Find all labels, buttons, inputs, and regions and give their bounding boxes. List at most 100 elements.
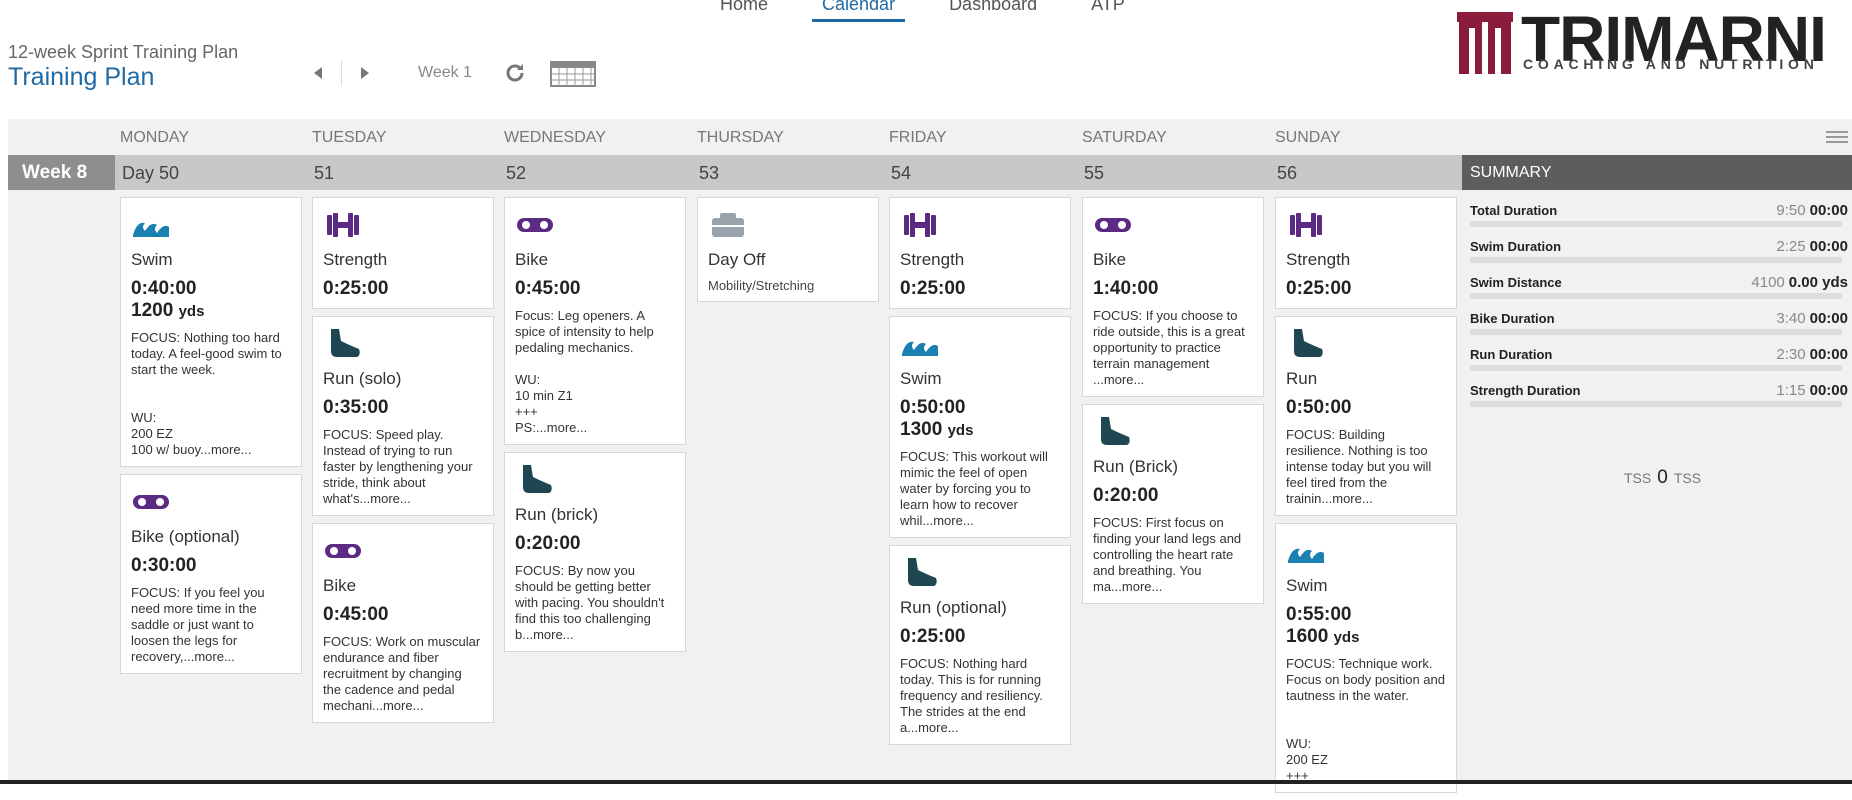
summary-rows: Total Duration 9:50 00:00 Swim Duration 2:25… <box>1462 190 1852 407</box>
summary-value: 1:15 00:00 <box>1776 382 1848 399</box>
swim-icon <box>1286 534 1446 568</box>
workout-card[interactable]: Run (Brick) 0:20:00 FOCUS: First focus on … <box>1082 404 1264 604</box>
summary-value: 9:50 00:00 <box>1776 202 1848 219</box>
next-week-button[interactable] <box>352 60 378 86</box>
run-icon <box>323 327 483 361</box>
day-column-thursday: Day Off Mobility/Stretching <box>697 197 879 309</box>
refresh-button[interactable] <box>502 60 528 86</box>
workout-title: Swim <box>131 250 173 269</box>
workout-duration: 0:40:00 <box>131 278 197 299</box>
day-number: 54 <box>891 163 912 183</box>
workout-duration: 1:40:00 <box>1093 278 1159 299</box>
run-icon <box>515 463 675 497</box>
prev-week-button[interactable] <box>305 60 331 86</box>
day-number: 53 <box>699 163 720 183</box>
day-column-saturday: Bike 1:40:00 FOCUS: If you choose to ride … <box>1082 197 1264 611</box>
swim-icon <box>131 208 291 242</box>
summary-label: Bike Duration <box>1470 311 1555 326</box>
workout-card[interactable]: Run (solo) 0:35:00 FOCUS: Speed play. Inst… <box>312 316 494 516</box>
summary-unit: yds <box>1822 274 1848 291</box>
dow-thursday: THURSDAY <box>697 129 784 146</box>
plan-name: 12-week Sprint Training Plan <box>8 42 239 62</box>
workout-duration: 0:30:00 <box>131 555 197 576</box>
calendar-grid: MONDAY TUESDAY WEDNESDAY THURSDAY FRIDAY… <box>8 119 1852 793</box>
workout-card[interactable]: Swim 0:50:00 1300 yds FOCUS: This workout w… <box>889 316 1071 538</box>
week-selector[interactable]: Week 1 <box>418 64 472 82</box>
workout-duration: 0:25:00 <box>323 278 389 299</box>
bottom-scrollbar[interactable] <box>0 780 1852 784</box>
workout-card[interactable]: Run (brick) 0:20:00 FOCUS: By now you shou… <box>504 452 686 652</box>
run-icon <box>1286 327 1446 361</box>
summary-value: 2:25 00:00 <box>1776 238 1848 255</box>
summary-row: Swim Distance 4100 0.00 yds <box>1462 262 1852 299</box>
workout-card[interactable]: Strength 0:25:00 <box>312 197 494 309</box>
planned-value: 2:30 <box>1776 346 1806 363</box>
distance-unit: yds <box>947 422 974 439</box>
completed-value: 00:00 <box>1809 202 1848 219</box>
day-column-sunday: Strength 0:25:00 Run 0:50:00 FOCUS: Building… <box>1275 197 1457 800</box>
workout-title: Swim <box>900 369 942 388</box>
summary-value: 4100 0.00 yds <box>1751 274 1848 291</box>
workout-card[interactable]: Swim 0:40:00 1200 yds FOCUS: Nothing too ha… <box>120 197 302 467</box>
planned-value: 2:25 <box>1776 238 1806 255</box>
strength-icon <box>900 208 1060 242</box>
workout-distance: 1600 yds <box>1286 626 1446 648</box>
day-number: 51 <box>314 163 335 183</box>
workout-description: FOCUS: First focus on finding your land … <box>1093 515 1242 594</box>
workout-card[interactable]: Swim 0:55:00 1600 yds FOCUS: Technique work… <box>1275 523 1457 793</box>
workout-title: Bike <box>323 576 357 595</box>
nav-dashboard[interactable]: Dashboard <box>939 0 1047 22</box>
workout-title: Run (solo) <box>323 369 402 388</box>
logo-mark-icon <box>1457 12 1513 74</box>
summary-row: Bike Duration 3:40 00:00 <box>1462 298 1852 335</box>
menu-icon[interactable] <box>1826 129 1848 150</box>
summary-panel: SUMMARY Total Duration 9:50 00:00 Swim Dura… <box>1462 155 1852 784</box>
workout-card[interactable]: Day Off Mobility/Stretching <box>697 197 879 302</box>
dow-wednesday: WEDNESDAY <box>504 129 606 146</box>
distance-unit: yds <box>178 303 205 320</box>
workout-subtitle: Mobility/Stretching <box>708 278 815 293</box>
week-badge: Week 8 <box>8 155 115 190</box>
nav-atp[interactable]: ATP <box>1081 0 1135 22</box>
workout-card[interactable]: Bike 1:40:00 FOCUS: If you choose to ride … <box>1082 197 1264 397</box>
workout-card[interactable]: Run 0:50:00 FOCUS: Building resilience. No… <box>1275 316 1457 516</box>
workout-card[interactable]: Bike (optional) 0:30:00 FOCUS: If you feel… <box>120 474 302 674</box>
nav-calendar[interactable]: Calendar <box>812 0 906 22</box>
workout-duration: 0:35:00 <box>323 397 389 418</box>
workout-card[interactable]: Bike 0:45:00 Focus: Leg openers. A spice o… <box>504 197 686 445</box>
dow-friday: FRIDAY <box>889 129 947 146</box>
calendar-picker-button[interactable] <box>549 60 596 87</box>
workout-title: Run (brick) <box>515 505 599 524</box>
day-number: 55 <box>1084 163 1105 183</box>
workout-title: Day Off <box>708 250 766 269</box>
completed-value: 00:00 <box>1809 238 1848 255</box>
workout-duration: 0:25:00 <box>1286 278 1352 299</box>
week-controls: Week 1 <box>305 60 596 87</box>
strength-icon <box>1286 208 1446 242</box>
dow-tuesday: TUESDAY <box>312 129 387 146</box>
tss-suffix: TSS <box>1673 470 1702 486</box>
completed-value: 00:00 <box>1809 346 1848 363</box>
bike-icon <box>1093 208 1253 242</box>
workout-title: Run <box>1286 369 1318 388</box>
summary-label: Strength Duration <box>1470 383 1581 398</box>
distance-unit: yds <box>1333 629 1360 646</box>
workout-title: Run (optional) <box>900 598 1007 617</box>
workout-card[interactable]: Strength 0:25:00 <box>1275 197 1457 309</box>
planned-value: 3:40 <box>1776 310 1806 327</box>
workout-description: FOCUS: By now you should be getting bett… <box>515 563 665 642</box>
day-number: Day 50 <box>122 163 180 183</box>
calendar-icon <box>549 61 596 87</box>
workout-duration: 0:50:00 <box>1286 397 1352 418</box>
tss-value: 0 <box>1657 467 1668 488</box>
planned-value: 9:50 <box>1776 202 1806 219</box>
page-title: Training Plan <box>8 63 155 91</box>
top-nav: Home Calendar Dashboard ATP <box>710 0 1135 22</box>
workout-card[interactable]: Run (optional) 0:25:00 FOCUS: Nothing hard… <box>889 545 1071 745</box>
nav-home[interactable]: Home <box>710 0 778 22</box>
workout-card[interactable]: Bike 0:45:00 FOCUS: Work on muscular endur… <box>312 523 494 723</box>
summary-label: Swim Duration <box>1470 239 1562 254</box>
tss-prefix: TSS <box>1624 470 1652 486</box>
workout-title: Swim <box>1286 576 1328 595</box>
workout-card[interactable]: Strength 0:25:00 <box>889 197 1071 309</box>
